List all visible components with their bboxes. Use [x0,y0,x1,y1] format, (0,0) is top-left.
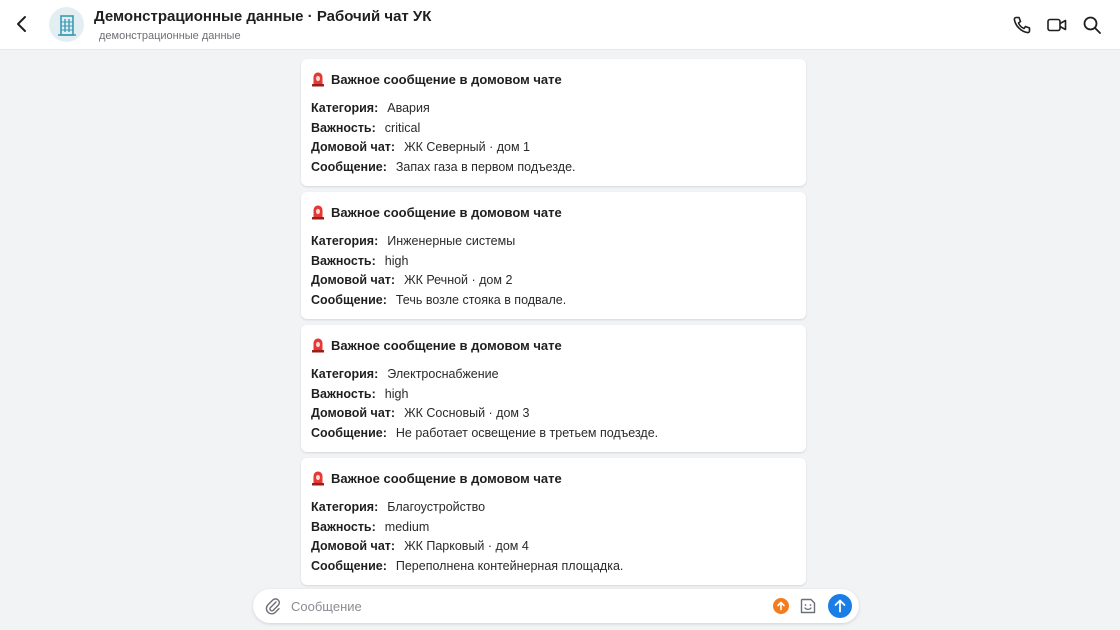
field-severity: Важность: high [311,387,408,401]
building-icon [57,14,76,36]
field-label: Важность: [311,387,376,401]
field-house-chat: Домовой чат: ЖК Парковый · дом 4 [311,539,529,553]
video-call-button[interactable] [1045,13,1069,37]
field-value: Запах газа в первом подъезде. [395,160,576,174]
video-icon [1047,18,1067,32]
field-label: Категория: [311,234,379,248]
send-icon [834,599,846,613]
field-message: Сообщение: Переполнена контейнерная площа… [311,559,623,573]
send-button[interactable] [828,594,852,618]
chat-subtitle: демонстрационные данные [99,30,241,42]
field-label: Домовой чат: [311,273,396,287]
field-label: Категория: [311,101,379,115]
siren-icon [311,337,325,353]
field-value: medium [384,520,430,534]
priority-icon [777,601,785,611]
siren-icon [311,71,325,87]
chevron-left-icon [17,16,26,32]
message-feed[interactable]: Важное сообщение в домовом чате Категори… [301,59,806,591]
message-card[interactable]: Важное сообщение в домовом чате Категори… [301,458,806,585]
message-composer [253,589,859,623]
field-message: Сообщение: Течь возле стояка в подвале. [311,293,566,307]
chat-header: Демонстрационные данные · Рабочий чат УК… [0,0,1120,50]
field-label: Важность: [311,520,376,534]
field-value: high [384,387,409,401]
message-title: Важное сообщение в домовом чате [331,470,562,486]
field-house-chat: Домовой чат: ЖК Речной · дом 2 [311,273,512,287]
message-header: Важное сообщение в домовом чате [311,204,562,220]
message-card[interactable]: Важное сообщение в домовом чате Категори… [301,59,806,186]
chat-avatar[interactable] [49,7,84,42]
field-category: Категория: Инженерные системы [311,234,515,248]
sticker-icon [800,598,816,614]
chat-title[interactable]: Демонстрационные данные · Рабочий чат УК [94,8,431,25]
field-category: Категория: Электроснабжение [311,367,499,381]
field-category: Категория: Авария [311,101,430,115]
phone-icon [1013,16,1031,34]
field-label: Важность: [311,254,376,268]
priority-button[interactable] [773,598,789,614]
message-title: Важное сообщение в домовом чате [331,204,562,220]
field-house-chat: Домовой чат: ЖК Сосновый · дом 3 [311,406,529,420]
field-label: Сообщение: [311,293,387,307]
field-label: Категория: [311,367,379,381]
field-value: Авария [387,101,430,115]
field-label: Домовой чат: [311,140,396,154]
field-value: Благоустройство [387,500,486,514]
field-value: ЖК Сосновый · дом 3 [404,406,530,420]
field-label: Сообщение: [311,426,387,440]
back-button[interactable] [10,12,34,36]
field-value: ЖК Речной · дом 2 [404,273,513,287]
field-category: Категория: Благоустройство [311,500,485,514]
field-label: Домовой чат: [311,539,396,553]
field-label: Домовой чат: [311,406,396,420]
field-value: ЖК Парковый · дом 4 [404,539,529,553]
field-message: Сообщение: Не работает освещение в третье… [311,426,658,440]
field-value: Инженерные системы [387,234,516,248]
field-label: Важность: [311,121,376,135]
field-value: Электроснабжение [387,367,499,381]
field-message: Сообщение: Запах газа в первом подъезде. [311,160,576,174]
message-card[interactable]: Важное сообщение в домовом чате Категори… [301,192,806,319]
message-header: Важное сообщение в домовом чате [311,470,562,486]
field-value: high [384,254,409,268]
message-title: Важное сообщение в домовом чате [331,337,562,353]
search-icon [1083,16,1101,34]
search-button[interactable] [1080,13,1104,37]
paperclip-icon [265,598,281,615]
field-label: Категория: [311,500,379,514]
field-value: Течь возле стояка в подвале. [395,293,567,307]
message-card[interactable]: Важное сообщение в домовом чате Категори… [301,325,806,452]
message-header: Важное сообщение в домовом чате [311,71,562,87]
field-value: ЖК Северный · дом 1 [404,140,530,154]
field-label: Сообщение: [311,160,387,174]
field-severity: Важность: medium [311,520,429,534]
field-value: Не работает освещение в третьем подъезде… [395,426,659,440]
message-header: Важное сообщение в домовом чате [311,337,562,353]
siren-icon [311,470,325,486]
sticker-button[interactable] [798,596,818,616]
field-house-chat: Домовой чат: ЖК Северный · дом 1 [311,140,530,154]
siren-icon [311,204,325,220]
call-button[interactable] [1010,13,1034,37]
field-value: critical [384,121,421,135]
field-value: Переполнена контейнерная площадка. [395,559,624,573]
message-input[interactable] [291,594,761,618]
field-severity: Важность: high [311,254,408,268]
field-label: Сообщение: [311,559,387,573]
field-severity: Важность: critical [311,121,420,135]
attach-button[interactable] [263,596,283,616]
message-title: Важное сообщение в домовом чате [331,71,562,87]
